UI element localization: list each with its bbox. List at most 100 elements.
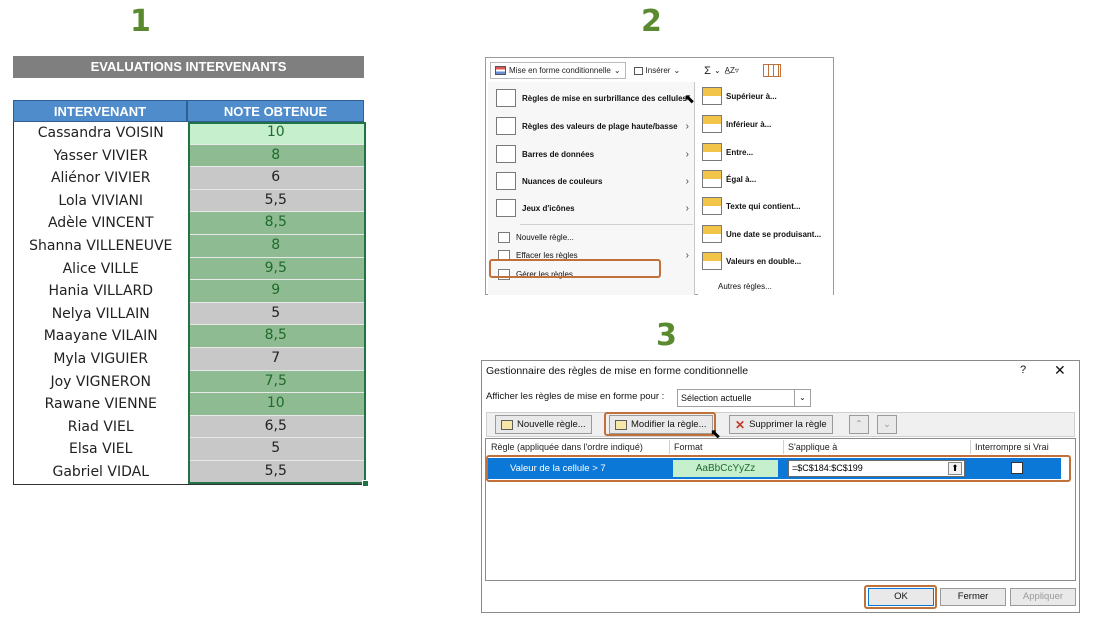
submenu-item-icon [702, 87, 722, 105]
note-cell[interactable]: 8 [187, 144, 364, 168]
table-row[interactable]: Alice VILLE 9,5 [14, 257, 364, 281]
header-note[interactable]: NOTE OBTENUE [187, 100, 364, 122]
intervenant-name-cell[interactable]: Yasser VIVIER [14, 145, 188, 168]
move-up-button[interactable]: ⌃ [849, 415, 869, 434]
table-row[interactable]: Shanna VILLENEUVE 8 [14, 234, 364, 258]
menu-item[interactable]: Nouvelle règle... [488, 229, 695, 245]
close-button[interactable]: ✕ [1054, 362, 1066, 379]
chevron-down-icon: ⌄ [713, 66, 721, 75]
intervenant-name-cell[interactable]: Riad VIEL [14, 416, 188, 439]
intervenant-name-cell[interactable]: Hania VILLARD [14, 280, 188, 303]
submenu-item[interactable]: Une date se produisant... [702, 225, 821, 243]
show-rules-value: Sélection actuelle [681, 393, 752, 403]
cond-format-button[interactable]: Mise en forme conditionnelle ⌄ [490, 62, 626, 79]
menu-item[interactable]: Règles de mise en surbrillance des cellu… [488, 86, 695, 110]
intervenant-name-cell[interactable]: Nelya VILLAIN [14, 303, 188, 326]
note-cell[interactable]: 5,5 [187, 189, 364, 213]
note-cell[interactable]: 10 [187, 122, 364, 145]
menu-item[interactable]: Jeux d'icônes › [488, 196, 695, 220]
intervenant-name-cell[interactable]: Rawane VIENNE [14, 393, 188, 416]
intervenant-name-cell[interactable]: Maayane VILAIN [14, 325, 188, 348]
table-row[interactable]: Nelya VILLAIN 5 [14, 302, 364, 326]
rule-applies-value: =$C$184:$C$199 [792, 463, 863, 473]
autosum-button[interactable]: Σ ⌄ [704, 65, 721, 77]
intervenant-name-cell[interactable]: Myla VIGUIER [14, 348, 188, 371]
menu-item[interactable]: Gérer les règles... [488, 266, 695, 282]
note-cell[interactable]: 5 [187, 438, 364, 461]
note-cell[interactable]: 9,5 [187, 257, 364, 281]
note-cell[interactable]: 7 [187, 347, 364, 371]
note-cell[interactable]: 8 [187, 234, 364, 258]
edit-rule-button[interactable]: Modifier la règle... [609, 415, 713, 434]
intervenant-name-cell[interactable]: Joy VIGNERON [14, 371, 188, 394]
menu-item[interactable]: Nuances de couleurs › [488, 169, 695, 193]
table-row[interactable]: Riad VIEL 6,5 [14, 415, 364, 439]
new-rule-button[interactable]: Nouvelle règle... [495, 415, 592, 434]
fermer-button[interactable]: Fermer [940, 588, 1006, 606]
apply-button[interactable]: Appliquer [1010, 588, 1076, 606]
column-divider [970, 440, 971, 454]
note-cell[interactable]: 10 [187, 393, 364, 416]
submenu-item-icon [702, 197, 722, 215]
intervenant-name-cell[interactable]: Gabriel VIDAL [14, 461, 188, 484]
menu-item[interactable]: Effacer les règles › [488, 247, 695, 263]
note-cell[interactable]: 7,5 [187, 370, 364, 394]
move-down-button[interactable]: ⌄ [877, 415, 897, 434]
note-cell[interactable]: 5 [187, 302, 364, 326]
intervenant-name-cell[interactable]: Elsa VIEL [14, 438, 188, 461]
table-row[interactable]: Gabriel VIDAL 5,5 [14, 460, 364, 484]
header-intervenant[interactable]: INTERVENANT [13, 100, 187, 122]
menu-item[interactable]: Règles des valeurs de plage haute/basse › [488, 114, 695, 138]
submenu-item[interactable]: Texte qui contient... [702, 197, 801, 215]
col-applies: S'applique à [788, 442, 838, 452]
table-row[interactable]: Hania VILLARD 9 [14, 280, 364, 303]
insert-button[interactable]: Insérer ⌄ [633, 66, 680, 75]
dropdown-menu: Règles de mise en surbrillance des cellu… [488, 82, 695, 295]
note-cell[interactable]: 5,5 [187, 460, 364, 484]
table-row[interactable]: Aliénor VIVIER 6 [14, 167, 364, 190]
menu-item-label: Règles des valeurs de plage haute/basse [522, 121, 678, 131]
grid-icon[interactable] [762, 64, 781, 77]
note-cell[interactable]: 8,5 [187, 325, 364, 348]
intervenant-name-cell[interactable]: Shanna VILLENEUVE [14, 235, 188, 258]
stop-if-true-checkbox[interactable] [1011, 462, 1023, 474]
intervenant-name-cell[interactable]: Adèle VINCENT [14, 212, 188, 235]
note-cell[interactable]: 6 [187, 167, 364, 190]
table-row[interactable]: Elsa VIEL 5 [14, 438, 364, 461]
submenu-item[interactable]: Supérieur à... [702, 87, 777, 105]
note-cell[interactable]: 8,5 [187, 212, 364, 235]
table-row[interactable]: Adèle VINCENT 8,5 [14, 212, 364, 235]
submenu-item[interactable]: Valeurs en double... [702, 252, 801, 270]
edit-rule-label: Modifier la règle... [631, 419, 707, 430]
sheet-title: EVALUATIONS INTERVENANTS [13, 56, 364, 78]
more-rules-item[interactable]: Autres règles... [718, 282, 772, 291]
table-row[interactable]: Rawane VIENNE 10 [14, 393, 364, 416]
submenu-item[interactable]: Égal à... [702, 170, 756, 188]
column-divider [783, 440, 784, 454]
submenu-item[interactable]: Entre... [702, 143, 753, 161]
rule-applies-input[interactable]: =$C$184:$C$199 ⬆ [788, 460, 965, 477]
rule-row[interactable]: Valeur de la cellule > 7 AaBbCcYyZz =$C$… [488, 458, 1061, 479]
help-button[interactable]: ? [1020, 364, 1026, 376]
table-row[interactable]: Cassandra VOISIN 10 [14, 122, 364, 145]
submenu-item[interactable]: Inférieur à... [702, 115, 771, 133]
table-row[interactable]: Yasser VIVIER 8 [14, 144, 364, 168]
show-rules-select[interactable]: Sélection actuelle ⌄ [677, 389, 811, 407]
menu-item[interactable]: Barres de données › [488, 142, 695, 166]
intervenant-name-cell[interactable]: Lola VIVIANI [14, 190, 188, 213]
note-cell[interactable]: 6,5 [187, 415, 364, 439]
table-row[interactable]: Maayane VILAIN 8,5 [14, 325, 364, 348]
rule-format-preview: AaBbCcYyZz [673, 460, 778, 477]
range-picker-icon[interactable]: ⬆ [948, 462, 962, 475]
table-row[interactable]: Joy VIGNERON 7,5 [14, 370, 364, 394]
chevron-down-icon: ⌄ [794, 390, 810, 406]
delete-rule-button[interactable]: ✕ Supprimer la règle [729, 415, 833, 434]
intervenant-name-cell[interactable]: Cassandra VOISIN [14, 122, 188, 145]
sort-filter-button[interactable]: A̲Z▿ [725, 66, 739, 75]
ok-button[interactable]: OK [868, 588, 934, 606]
note-cell[interactable]: 9 [187, 280, 364, 303]
intervenant-name-cell[interactable]: Aliénor VIVIER [14, 167, 188, 190]
intervenant-name-cell[interactable]: Alice VILLE [14, 258, 188, 281]
table-row[interactable]: Lola VIVIANI 5,5 [14, 189, 364, 213]
table-row[interactable]: Myla VIGUIER 7 [14, 347, 364, 371]
